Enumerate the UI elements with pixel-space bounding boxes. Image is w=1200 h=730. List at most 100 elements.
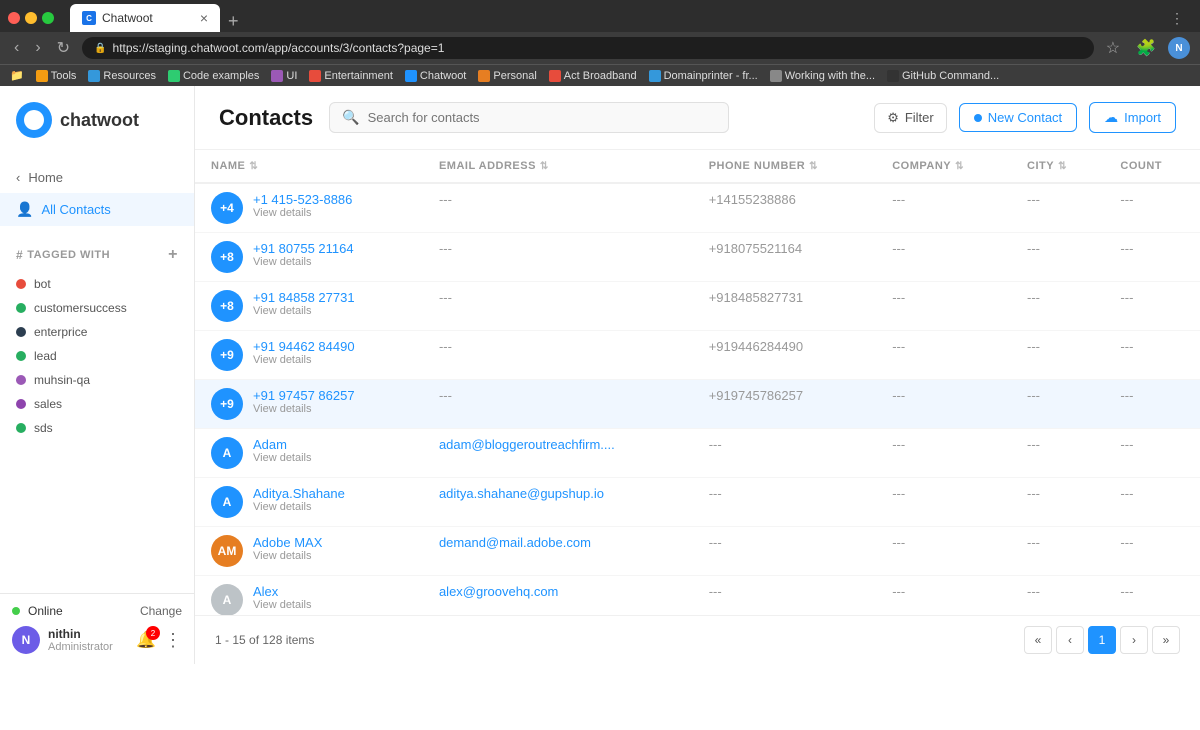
profile-btn[interactable]: N [1168,37,1190,59]
tag-item-muhsin-qa[interactable]: muhsin-qa [0,368,194,392]
contact-email[interactable]: aditya.shahane@gupshup.io [439,486,604,501]
bookmark-chatwoot[interactable]: Chatwoot [405,70,466,82]
contact-avatar: A [211,486,243,518]
tag-item-customersuccess[interactable]: customersuccess [0,296,194,320]
maximize-dot[interactable] [42,12,54,24]
contact-name[interactable]: +91 84858 27731 [253,290,355,305]
bookmark-working[interactable]: Working with the... [770,70,875,82]
view-details-link[interactable]: View details [253,354,355,366]
prev-page-btn[interactable]: ‹ [1056,626,1084,654]
view-details-link[interactable]: View details [253,256,354,268]
contact-email[interactable]: alex@groovehq.com [439,584,558,599]
view-details-link[interactable]: View details [253,403,355,415]
contact-name-cell: A Aditya.Shahane View details [195,478,423,527]
bookmark-ui[interactable]: UI [271,70,297,82]
view-details-link[interactable]: View details [253,305,355,317]
status-label: Online [28,604,63,618]
contact-name[interactable]: Adobe MAX [253,535,322,550]
sort-icon[interactable]: ⇅ [540,161,549,172]
tag-item-bot[interactable]: bot [0,272,194,296]
close-dot[interactable] [8,12,20,24]
status-change-btn[interactable]: Change [140,604,182,618]
first-page-btn[interactable]: « [1024,626,1052,654]
contact-name[interactable]: +91 80755 21164 [253,241,354,256]
extensions-btn[interactable]: 🧩 [1132,36,1160,60]
view-details-link[interactable]: View details [253,550,322,562]
minimize-dot[interactable] [25,12,37,24]
browser-menu[interactable]: ⋮ [1170,10,1184,27]
tag-list: bot customersuccess enterprice lead muhs… [0,268,194,444]
tag-item-enterprice[interactable]: enterprice [0,320,194,344]
bookmark-btn[interactable]: ☆ [1102,36,1124,60]
url-box[interactable]: 🔒 https://staging.chatwoot.com/app/accou… [82,37,1094,59]
tag-item-lead[interactable]: lead [0,344,194,368]
browser-tab[interactable]: C Chatwoot × [70,4,220,32]
view-details-link[interactable]: View details [253,599,312,611]
contacts-icon: 👤 [16,201,33,218]
view-details-link[interactable]: View details [253,501,345,513]
tag-item-sds[interactable]: sds [0,416,194,440]
contact-name[interactable]: Adam [253,437,312,452]
new-contact-button[interactable]: New Contact [959,103,1077,132]
contact-phone-cell: --- [693,429,877,478]
sort-icon[interactable]: ⇅ [809,161,818,172]
bookmark-personal[interactable]: Personal [478,70,536,82]
view-details-link[interactable]: View details [253,452,312,464]
contact-count: --- [1120,535,1133,550]
header-row: NAME ⇅ EMAIL ADDRESS ⇅ P [195,150,1200,183]
contact-cell: +9 +91 94462 84490 View details [211,339,407,371]
next-page-btn[interactable]: › [1120,626,1148,654]
main-header: Contacts 🔍 ⚙ Filter New Contact ☁ Import [195,86,1200,150]
contact-name[interactable]: +1 415-523-8886 [253,192,352,207]
reload-button[interactable]: ↻ [53,36,74,60]
contact-name[interactable]: +91 97457 86257 [253,388,355,403]
last-page-btn[interactable]: » [1152,626,1180,654]
contact-name[interactable]: +91 94462 84490 [253,339,355,354]
tag-label: sales [34,397,62,411]
table-row: +9 +91 94462 84490 View details --- +919… [195,331,1200,380]
contact-details: +91 97457 86257 View details [253,388,355,415]
bookmark-label: Working with the... [785,70,875,82]
section-header: # Tagged with + [16,246,178,264]
more-options-btn[interactable]: ⋮ [164,630,182,651]
tab-close-btn[interactable]: × [200,10,208,26]
contact-cell: A Adam View details [211,437,407,469]
bookmark-github[interactable]: GitHub Command... [887,70,999,82]
search-box[interactable]: 🔍 [329,102,729,133]
bookmark-resources[interactable]: Resources [88,70,156,82]
hash-icon: # [16,248,23,262]
sort-icon[interactable]: ⇅ [1058,161,1067,172]
contact-cell: +4 +1 415-523-8886 View details [211,192,407,224]
view-details-link[interactable]: View details [253,207,352,219]
bookmark-entertainment[interactable]: Entertainment [309,70,392,82]
tag-item-sales[interactable]: sales [0,392,194,416]
current-page-btn[interactable]: 1 [1088,626,1116,654]
add-tag-btn[interactable]: + [168,246,178,264]
contact-company: --- [892,584,905,599]
bookmark-domainprinter[interactable]: Domainprinter - fr... [649,70,758,82]
contact-name[interactable]: Aditya.Shahane [253,486,345,501]
search-input[interactable] [368,110,717,125]
sidebar-item-home[interactable]: ‹ Home [0,162,194,193]
contact-email[interactable]: adam@bloggeroutreachfirm.... [439,437,615,452]
back-button[interactable]: ‹ [10,37,23,59]
notification-badge[interactable]: 🔔 2 [136,630,156,650]
forward-button[interactable]: › [31,37,44,59]
col-count: COUNT [1104,150,1200,183]
contact-name[interactable]: Alex [253,584,312,599]
contact-avatar: +8 [211,290,243,322]
contact-email[interactable]: demand@mail.adobe.com [439,535,591,550]
sort-icon[interactable]: ⇅ [955,161,964,172]
contact-count-cell: --- [1104,380,1200,429]
contact-phone-cell: +918075521164 [693,233,877,282]
contact-company-cell: --- [876,429,1011,478]
import-button[interactable]: ☁ Import [1089,102,1176,133]
filter-button[interactable]: ⚙ Filter [874,103,947,133]
bookmark-tools[interactable]: Tools [36,70,77,82]
col-company: COMPANY ⇅ [876,150,1011,183]
sort-icon[interactable]: ⇅ [249,161,258,172]
new-tab-btn[interactable]: + [220,11,247,32]
bookmark-act[interactable]: Act Broadband [549,70,637,82]
sidebar-item-all-contacts[interactable]: 👤 All Contacts [0,193,194,226]
bookmark-code[interactable]: Code examples [168,70,259,82]
